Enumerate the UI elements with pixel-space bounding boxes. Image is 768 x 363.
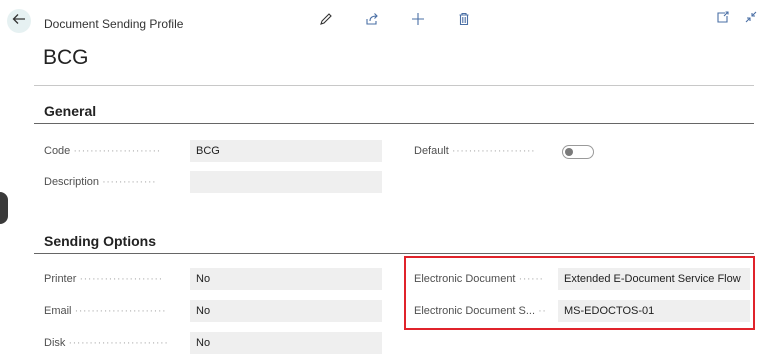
disk-field[interactable]: No	[190, 332, 382, 354]
pencil-icon	[319, 12, 333, 31]
default-toggle[interactable]	[562, 145, 594, 159]
window-controls	[716, 10, 758, 29]
code-field[interactable]: BCG	[190, 140, 382, 162]
action-toolbar	[314, 10, 498, 32]
disk-label: Disk ························	[44, 337, 169, 349]
toggle-knob	[565, 148, 573, 156]
open-external-icon	[716, 10, 730, 29]
sending-options-divider	[34, 253, 754, 254]
page-caption: Document Sending Profile	[44, 17, 184, 31]
delete-button[interactable]	[452, 10, 476, 32]
back-button[interactable]	[7, 9, 31, 33]
printer-label: Printer ····················	[44, 273, 163, 285]
general-divider	[34, 123, 754, 124]
trash-icon	[457, 12, 471, 31]
side-handle	[0, 192, 8, 224]
code-label: Code ·····················	[44, 145, 161, 157]
description-label: Description ·············	[44, 176, 157, 188]
edit-button[interactable]	[314, 10, 338, 32]
header-divider	[34, 85, 754, 86]
arrow-left-icon	[12, 12, 26, 31]
collapse-button[interactable]	[744, 10, 758, 29]
collapse-icon	[744, 10, 758, 29]
email-field[interactable]: No	[190, 300, 382, 322]
highlight-annotation-box	[404, 256, 755, 330]
section-sending-options-title[interactable]: Sending Options	[44, 233, 156, 249]
page-title: BCG	[43, 46, 89, 69]
description-field[interactable]	[190, 171, 382, 193]
printer-field[interactable]: No	[190, 268, 382, 290]
section-general-title[interactable]: General	[44, 103, 96, 119]
default-label: Default ····················	[414, 145, 536, 157]
share-button[interactable]	[360, 10, 384, 32]
new-button[interactable]	[406, 10, 430, 32]
email-label: Email ······················	[44, 305, 167, 317]
plus-icon	[411, 12, 425, 31]
open-new-window-button[interactable]	[716, 10, 730, 29]
share-icon	[365, 12, 379, 31]
